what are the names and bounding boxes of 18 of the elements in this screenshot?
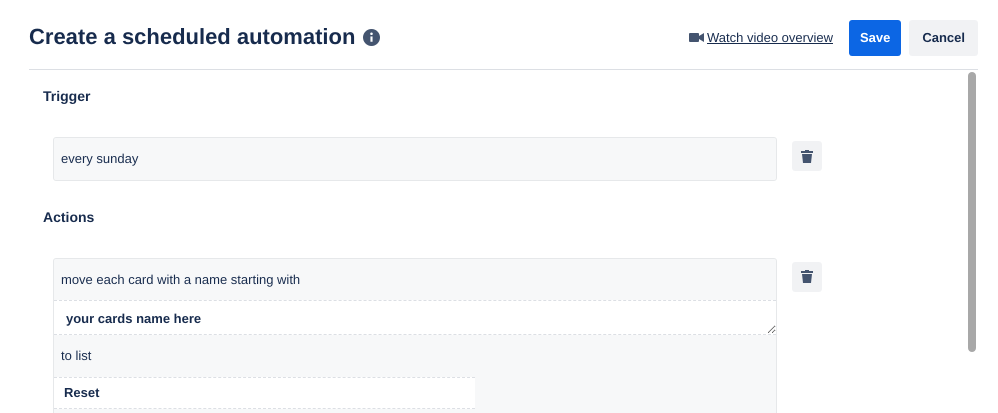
delete-button[interactable] [792, 262, 822, 292]
rule-text: to list [60, 347, 92, 365]
rule-text: move each card with a name starting with [60, 270, 302, 289]
trash-icon [801, 270, 813, 283]
watch-video-link[interactable]: Watch video overview [689, 28, 833, 48]
list-name-field[interactable]: Reset [54, 376, 475, 408]
cancel-button[interactable]: Cancel [909, 20, 978, 56]
card-name-field[interactable]: your cards name here [54, 300, 776, 335]
page-title: Create a scheduled automation [29, 24, 356, 50]
delete-button[interactable] [792, 141, 822, 171]
rule-text: every sunday [60, 150, 140, 168]
section-heading: Trigger [43, 87, 92, 106]
scrollbar-thumb[interactable] [968, 72, 976, 352]
trash-icon [801, 150, 813, 162]
section-heading: Actions [43, 208, 96, 226]
video-camera-icon [689, 32, 704, 44]
save-button[interactable]: Save [848, 20, 902, 56]
info-icon[interactable] [363, 28, 380, 46]
